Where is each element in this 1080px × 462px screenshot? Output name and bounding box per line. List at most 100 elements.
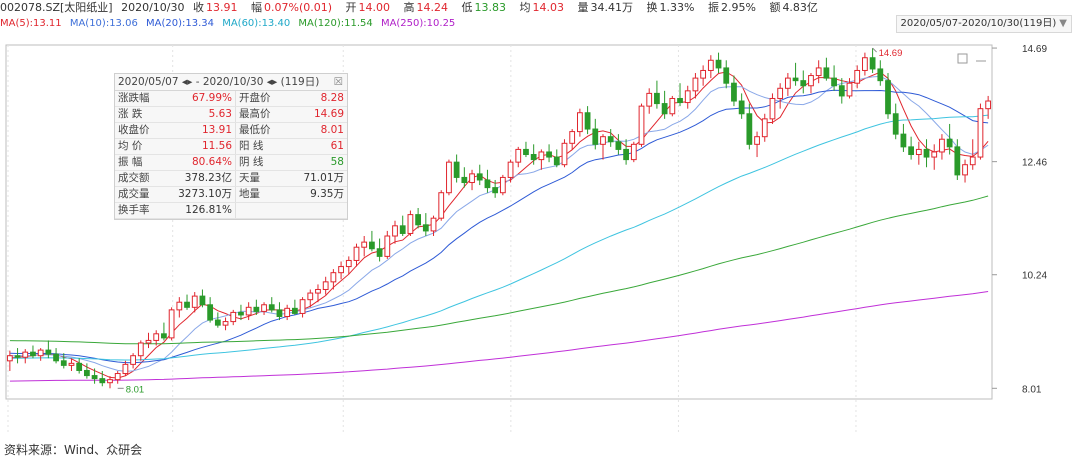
candle-body bbox=[168, 309, 175, 339]
date-range-select[interactable]: 2020/05/07-2020/10/30(119日) ▼ bbox=[895, 15, 1072, 33]
candle-body bbox=[723, 67, 730, 84]
candle-body bbox=[700, 69, 707, 79]
candle-body bbox=[877, 68, 884, 82]
stats-row: 成交额 378.23亿 天量 71.01万 bbox=[115, 170, 347, 187]
candle-body bbox=[815, 67, 822, 77]
candle-body bbox=[299, 299, 306, 314]
candle-body bbox=[353, 246, 360, 261]
candle-body bbox=[469, 173, 475, 184]
candle-body bbox=[862, 57, 868, 71]
stats-key: 天量 bbox=[235, 170, 282, 187]
candle-body bbox=[499, 176, 506, 194]
candle-body bbox=[68, 362, 75, 366]
candle-body bbox=[869, 57, 876, 70]
high-label: 高 bbox=[403, 1, 415, 14]
amount-value: 4.83亿 bbox=[782, 1, 818, 14]
stats-key: 成交量 bbox=[115, 186, 171, 203]
pct-label: 幅 bbox=[251, 1, 262, 14]
candle-body bbox=[315, 288, 321, 294]
candle-body bbox=[330, 272, 337, 283]
stats-key: 阳 线 bbox=[235, 138, 282, 155]
annotation-label: 8.01 bbox=[126, 384, 145, 395]
candle-body bbox=[291, 307, 298, 314]
candle-body bbox=[476, 173, 483, 181]
pct-value: 0.07%(0.01) bbox=[264, 1, 333, 14]
amount-label: 额 bbox=[769, 1, 781, 14]
candle-body bbox=[615, 141, 622, 150]
turnover-value: 1.33% bbox=[659, 1, 695, 14]
stats-value bbox=[282, 202, 347, 219]
source-note: 资料来源：Wind、众研会 bbox=[4, 443, 143, 457]
y-tick-label: 10.24 bbox=[1022, 271, 1047, 282]
stats-value: 3273.10万 bbox=[171, 186, 236, 203]
candle-body bbox=[707, 59, 714, 71]
high-value: 14.24 bbox=[416, 1, 449, 14]
stats-row: 涨 跌 5.63 最高价 14.69 bbox=[115, 106, 347, 123]
ma250-label[interactable]: MA(250):10.25 bbox=[381, 16, 455, 31]
candle-body bbox=[654, 92, 660, 105]
candle-body bbox=[915, 148, 922, 156]
candle-body bbox=[191, 295, 198, 308]
stats-key bbox=[235, 202, 282, 219]
candle-body bbox=[22, 351, 29, 358]
candle-body bbox=[885, 80, 891, 115]
candle-body bbox=[584, 112, 591, 130]
candle-body bbox=[576, 112, 583, 133]
candle-body bbox=[823, 67, 830, 79]
candle-body bbox=[908, 146, 915, 156]
stats-row: 成交量 3273.10万 地量 9.35万 bbox=[115, 186, 347, 203]
avg-quote: 均 14.03 bbox=[520, 0, 570, 16]
stats-key: 地量 bbox=[235, 186, 282, 203]
y-tick-label: 8.01 bbox=[1022, 384, 1042, 395]
vol-quote: 量 34.41万 bbox=[578, 0, 639, 16]
candle-body bbox=[600, 136, 606, 145]
stats-row: 振 幅 80.64% 阴 线 58 bbox=[115, 154, 347, 171]
candle-body bbox=[184, 301, 190, 308]
candle-body bbox=[369, 241, 375, 250]
stats-header: 2020/05/07 ◂▸ - 2020/10/30 ◂▸ (119日) ☒ bbox=[115, 74, 347, 91]
candle-body bbox=[438, 192, 445, 219]
candle-body bbox=[384, 235, 391, 257]
candle-body bbox=[954, 146, 961, 176]
amount-quote: 额 4.83亿 bbox=[769, 0, 823, 16]
candle-body bbox=[854, 69, 861, 84]
close-icon[interactable]: ☒ bbox=[334, 74, 343, 90]
candle-body bbox=[461, 176, 468, 184]
candle-body bbox=[530, 154, 537, 161]
stats-key: 振 幅 bbox=[115, 154, 171, 171]
ma20-label[interactable]: MA(20):13.34 bbox=[146, 16, 214, 31]
pct-quote: 幅 0.07%(0.01) bbox=[251, 0, 337, 16]
stats-value: 61 bbox=[282, 138, 347, 155]
close-value: 13.91 bbox=[206, 1, 238, 14]
candle-body bbox=[37, 349, 44, 357]
candle-body bbox=[800, 80, 807, 87]
ma5-label[interactable]: MA(5):13.11 bbox=[0, 16, 62, 31]
candle-body bbox=[638, 105, 645, 145]
stats-value: 378.23亿 bbox=[171, 170, 236, 187]
candle-body bbox=[422, 224, 429, 232]
ma60-label[interactable]: MA(60):13.40 bbox=[222, 16, 290, 31]
stats-value: 13.91 bbox=[171, 122, 236, 139]
candle-body bbox=[523, 148, 529, 156]
stock-code[interactable]: 002078.SZ[太阳纸业] bbox=[0, 0, 113, 16]
candle-body bbox=[261, 304, 267, 312]
candle-body bbox=[515, 148, 522, 163]
stats-key: 涨 跌 bbox=[115, 106, 171, 123]
candle-body bbox=[407, 214, 414, 234]
candle-body bbox=[977, 108, 984, 158]
candle-body bbox=[338, 266, 344, 274]
stats-row: 均 价 11.56 阳 线 61 bbox=[115, 138, 347, 155]
ma120-label[interactable]: MA(120):11.54 bbox=[298, 16, 372, 31]
candle-body bbox=[153, 333, 160, 341]
ma10-label[interactable]: MA(10):13.06 bbox=[70, 16, 138, 31]
candle-body bbox=[900, 133, 907, 148]
candle-body bbox=[392, 225, 398, 237]
turnover-label: 换 bbox=[646, 1, 658, 14]
quote-bar: 002078.SZ[太阳纸业] 2020/10/30 收 13.91 幅 0.07%… bbox=[0, 0, 1080, 16]
candle-body bbox=[792, 77, 799, 82]
candle-body bbox=[731, 82, 737, 102]
candle-body bbox=[939, 138, 945, 153]
candle-body bbox=[268, 304, 275, 311]
stats-row: 收盘价 13.91 最低价 8.01 bbox=[115, 122, 347, 139]
stats-value: 11.56 bbox=[171, 138, 236, 155]
